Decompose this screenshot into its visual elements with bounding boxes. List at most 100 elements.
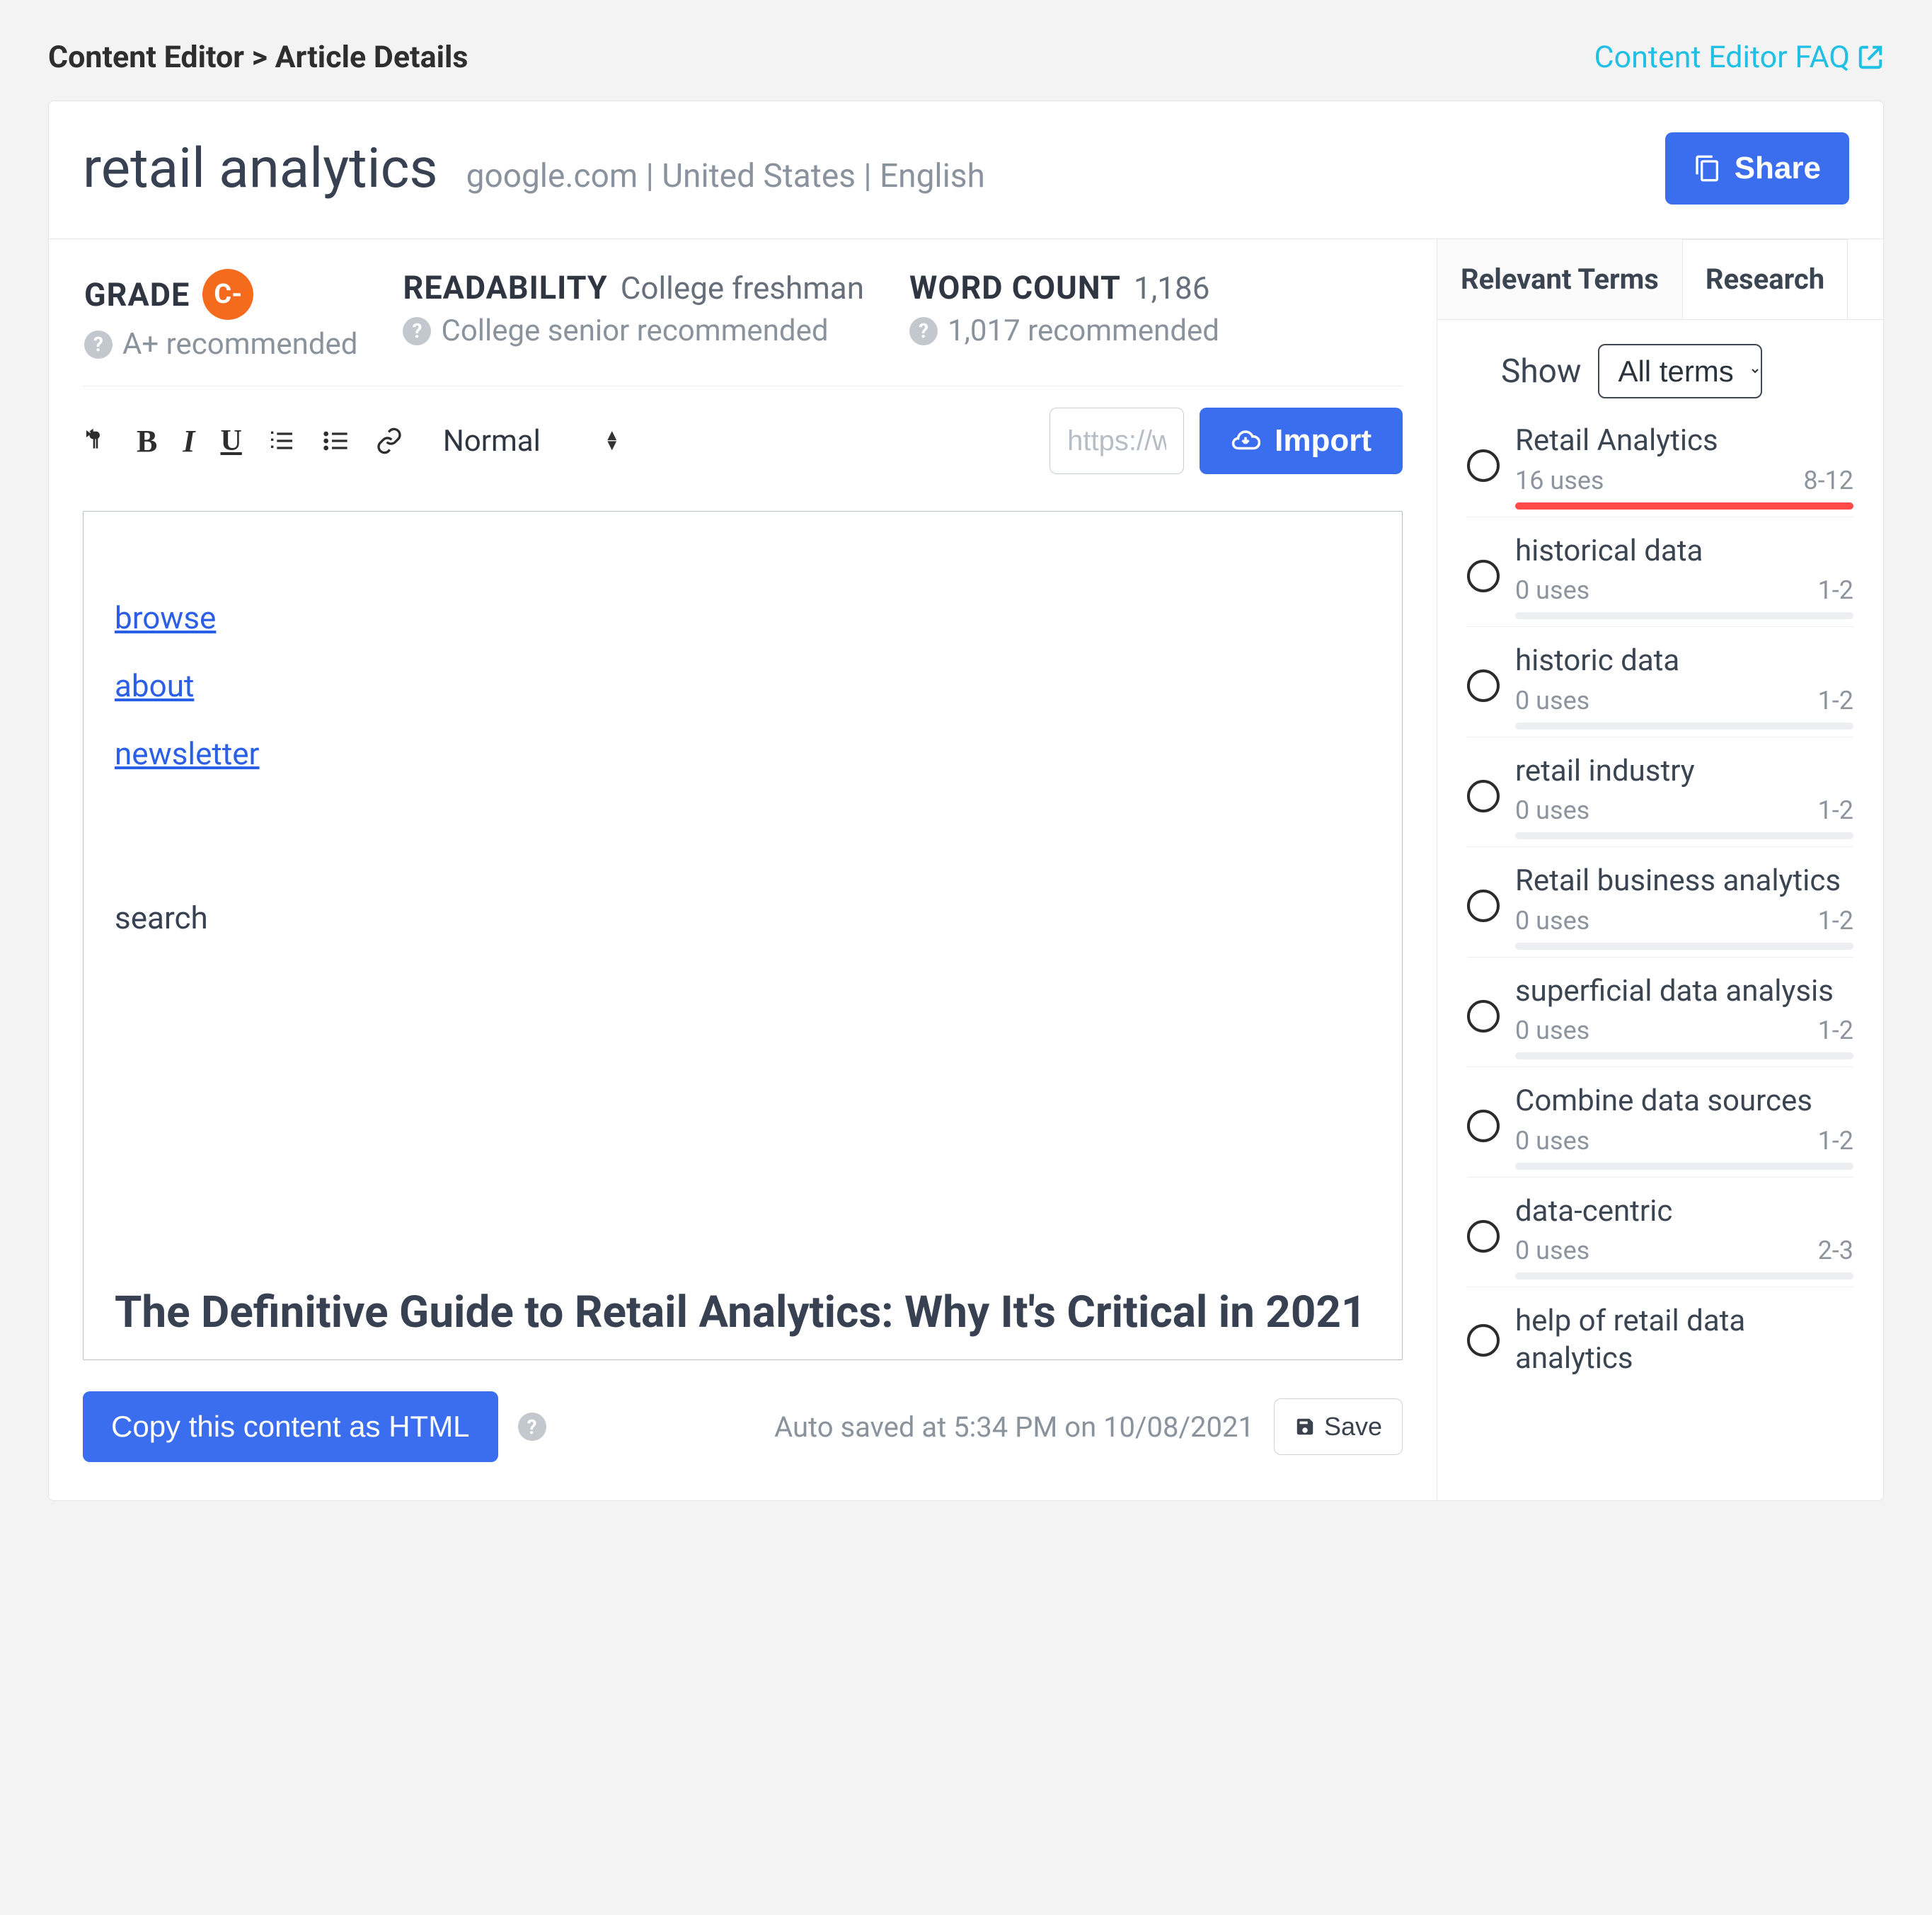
term-row[interactable]: superficial data analysis 0 uses 1-2 (1467, 957, 1853, 1067)
save-label: Save (1324, 1412, 1382, 1442)
term-progress (1515, 502, 1853, 510)
autosave-status: Auto saved at 5:34 PM on 10/08/2021 (774, 1410, 1254, 1444)
term-name: superficial data analysis (1515, 973, 1853, 1011)
save-icon (1294, 1416, 1316, 1437)
unordered-list-icon[interactable] (321, 427, 350, 455)
term-uses: 0 uses (1515, 686, 1589, 715)
term-radio[interactable] (1467, 1324, 1500, 1357)
term-range: 8-12 (1803, 466, 1853, 495)
tab-relevant-terms[interactable]: Relevant Terms (1437, 239, 1682, 319)
term-radio[interactable] (1467, 1110, 1500, 1142)
share-button[interactable]: Share (1665, 132, 1849, 205)
import-label: Import (1275, 423, 1372, 459)
term-progress (1515, 1163, 1853, 1170)
underline-button[interactable]: U (220, 424, 241, 458)
term-row[interactable]: data-centric 0 uses 2-3 (1467, 1177, 1853, 1287)
editor-link[interactable]: browse (115, 599, 1371, 636)
term-row[interactable]: retail industry 0 uses 1-2 (1467, 737, 1853, 847)
term-uses: 16 uses (1515, 466, 1604, 495)
import-button[interactable]: Import (1200, 408, 1403, 474)
term-progress (1515, 1272, 1853, 1279)
term-name: retail industry (1515, 753, 1853, 790)
editor-link[interactable]: about (115, 667, 1371, 704)
term-progress (1515, 612, 1853, 619)
term-name: Combine data sources (1515, 1083, 1853, 1120)
term-row[interactable]: Retail business analytics 0 uses 1-2 (1467, 846, 1853, 957)
copy-html-button[interactable]: Copy this content as HTML (83, 1391, 498, 1462)
term-range: 1-2 (1818, 906, 1853, 936)
term-name: historic data (1515, 643, 1853, 680)
term-uses: 0 uses (1515, 795, 1589, 825)
faq-link[interactable]: Content Editor FAQ (1594, 40, 1884, 75)
italic-button[interactable]: I (183, 423, 195, 459)
term-radio[interactable] (1467, 1220, 1500, 1253)
readability-rec: College senior recommended (441, 314, 828, 348)
bold-button[interactable]: B (137, 423, 157, 459)
wordcount-label: WORD COUNT (909, 269, 1121, 306)
term-range: 1-2 (1818, 575, 1853, 605)
copy-icon (1694, 154, 1722, 183)
term-name: Retail Analytics (1515, 422, 1853, 460)
format-value: Normal (443, 424, 541, 459)
editor-heading: The Definitive Guide to Retail Analytics… (115, 1285, 1371, 1340)
term-uses: 0 uses (1515, 1126, 1589, 1156)
link-icon[interactable] (375, 427, 403, 455)
readability-value: College freshman (621, 270, 864, 306)
grade-badge: C- (202, 269, 253, 320)
term-radio[interactable] (1467, 780, 1500, 812)
term-range: 1-2 (1818, 1016, 1853, 1045)
grade-label: GRADE (84, 276, 190, 314)
term-row[interactable]: historic data 0 uses 1-2 (1467, 626, 1853, 737)
term-range: 1-2 (1818, 1126, 1853, 1156)
term-progress (1515, 943, 1853, 950)
help-icon[interactable]: ? (403, 317, 431, 345)
breadcrumb: Content Editor > Article Details (48, 40, 468, 75)
cloud-download-icon (1231, 426, 1260, 456)
term-uses: 0 uses (1515, 906, 1589, 936)
term-uses: 0 uses (1515, 1236, 1589, 1265)
term-radio[interactable] (1467, 890, 1500, 922)
share-label: Share (1735, 151, 1821, 186)
ordered-list-icon[interactable] (268, 427, 296, 455)
term-name: data-centric (1515, 1193, 1853, 1231)
editor-text: search (115, 899, 1371, 936)
term-range: 1-2 (1818, 686, 1853, 715)
help-icon[interactable]: ? (84, 330, 113, 359)
term-radio[interactable] (1467, 560, 1500, 592)
grade-rec: A+ recommended (122, 327, 357, 362)
term-radio[interactable] (1467, 449, 1500, 482)
tab-research[interactable]: Research (1682, 239, 1848, 319)
term-range: 1-2 (1818, 795, 1853, 825)
term-radio[interactable] (1467, 1000, 1500, 1033)
import-url-input[interactable] (1050, 408, 1184, 474)
help-icon[interactable]: ? (518, 1413, 546, 1441)
filter-label: Show (1501, 352, 1581, 391)
serp-meta: google.com | United States | English (466, 157, 985, 195)
paragraph-direction-icon[interactable] (83, 427, 111, 455)
page-title: retail analytics (83, 137, 438, 201)
save-button[interactable]: Save (1274, 1398, 1403, 1455)
term-name: Retail business analytics (1515, 863, 1853, 900)
editor-link[interactable]: newsletter (115, 735, 1371, 772)
term-progress (1515, 1052, 1853, 1059)
term-row[interactable]: Retail Analytics 16 uses 8-12 (1467, 420, 1853, 517)
help-icon[interactable]: ? (909, 317, 938, 345)
wordcount-value: 1,186 (1134, 270, 1210, 306)
term-radio[interactable] (1467, 669, 1500, 702)
term-uses: 0 uses (1515, 1016, 1589, 1045)
term-row[interactable]: historical data 0 uses 1-2 (1467, 517, 1853, 627)
term-name: historical data (1515, 533, 1853, 570)
readability-label: READABILITY (403, 269, 607, 306)
content-editor[interactable]: browse about newsletter search The Defin… (83, 511, 1403, 1360)
term-progress (1515, 832, 1853, 839)
term-row[interactable]: help of retail data analytics (1467, 1287, 1853, 1384)
term-row[interactable]: Combine data sources 0 uses 1-2 (1467, 1066, 1853, 1177)
external-link-icon (1857, 44, 1884, 71)
term-progress (1515, 723, 1853, 730)
format-select[interactable]: Normal ▲▼ (443, 424, 620, 459)
wordcount-rec: 1,017 recommended (948, 314, 1219, 348)
term-range: 2-3 (1818, 1236, 1853, 1265)
term-uses: 0 uses (1515, 575, 1589, 605)
filter-select[interactable]: All terms (1598, 344, 1762, 398)
faq-label: Content Editor FAQ (1594, 40, 1850, 75)
